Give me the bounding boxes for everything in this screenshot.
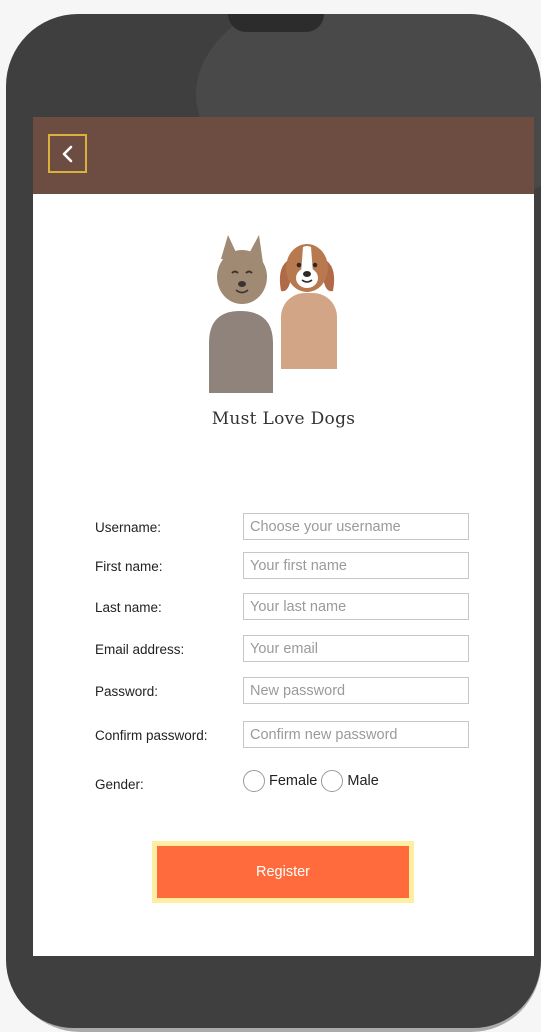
chevron-left-icon (62, 145, 72, 162)
phone-frame: Must Love Dogs Username: First name: Las… (6, 14, 541, 1028)
form-row-confirm-password: Confirm password: (33, 721, 534, 749)
register-button[interactable]: Register (157, 846, 409, 898)
first-name-input[interactable] (243, 552, 469, 579)
first-name-label: First name: (95, 559, 163, 574)
confirm-password-label: Confirm password: (95, 728, 208, 743)
gender-male-option[interactable]: Male (321, 770, 379, 792)
password-label: Password: (95, 684, 159, 699)
username-label: Username: (95, 520, 162, 535)
confirm-password-input[interactable] (243, 721, 469, 748)
dogs-logo (209, 235, 337, 393)
gender-female-option[interactable]: Female (243, 770, 317, 792)
password-input[interactable] (243, 677, 469, 704)
gender-options: Female Male (243, 768, 383, 794)
form-row-last-name: Last name: (33, 593, 534, 621)
form-row-first-name: First name: (33, 552, 534, 580)
register-button-focus-ring: Register (152, 841, 414, 903)
back-button[interactable] (48, 134, 87, 173)
email-input[interactable] (243, 635, 469, 662)
app-screen: Must Love Dogs Username: First name: Las… (33, 117, 534, 956)
form-row-username: Username: (33, 513, 534, 541)
form-row-gender: Gender: Female Male (33, 768, 534, 796)
form-row-password: Password: (33, 677, 534, 705)
app-header (33, 117, 534, 194)
gender-male-radio[interactable] (321, 770, 344, 792)
gender-female-label: Female (269, 773, 318, 789)
brand-name: Must Love Dogs (211, 409, 356, 429)
gender-male-label: Male (347, 773, 379, 789)
gender-label: Gender: (95, 777, 144, 792)
username-input[interactable] (243, 513, 469, 540)
email-label: Email address: (95, 642, 185, 657)
last-name-label: Last name: (95, 600, 162, 615)
phone-speaker (228, 14, 324, 32)
form-row-email: Email address: (33, 635, 534, 663)
gender-female-radio[interactable] (243, 770, 265, 792)
last-name-input[interactable] (243, 593, 469, 620)
